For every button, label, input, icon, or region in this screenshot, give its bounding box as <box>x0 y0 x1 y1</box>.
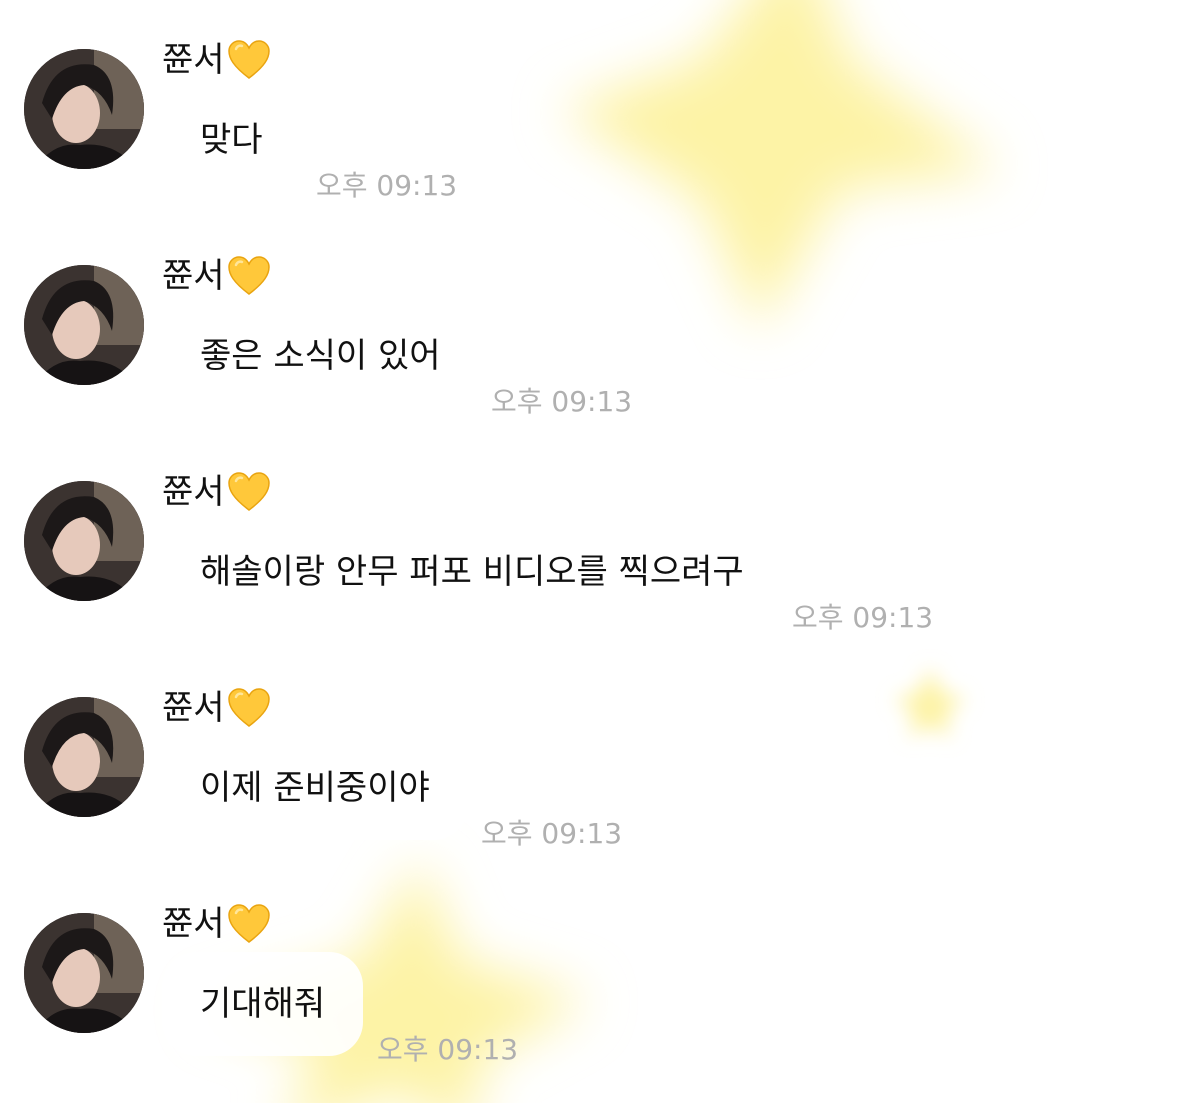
message-bubble[interactable]: 기대해줘 <box>162 952 364 1056</box>
chat-message: 쮼서 좋은 소식이 있어 오후 09:13 <box>0 216 1179 432</box>
sender-name: 쮼서 <box>162 472 225 512</box>
message-bubble[interactable]: 이제 준비중이야 <box>162 736 468 840</box>
avatar-photo <box>24 481 144 601</box>
avatar-photo <box>24 49 144 169</box>
avatar-photo <box>24 265 144 385</box>
message-text: 맞다 <box>200 120 263 160</box>
avatar[interactable] <box>24 481 144 601</box>
message-bubble[interactable]: 해솔이랑 안무 퍼포 비디오를 찍으려구 <box>162 520 782 624</box>
sender-label: 쮼서 <box>162 900 271 948</box>
yellow-heart-icon <box>227 904 270 943</box>
avatar-photo <box>24 697 144 817</box>
message-bubble[interactable]: 좋은 소식이 있어 <box>162 304 479 408</box>
avatar-photo <box>24 913 144 1033</box>
message-text: 해솔이랑 안무 퍼포 비디오를 찍으려구 <box>200 552 744 592</box>
sender-label: 쮼서 <box>162 468 271 516</box>
yellow-heart-icon <box>227 256 270 295</box>
message-time: 오후 09:13 <box>792 601 934 634</box>
message-text: 좋은 소식이 있어 <box>200 336 441 376</box>
message-time: 오후 09:13 <box>377 1033 519 1066</box>
sender-name: 쮼서 <box>162 40 225 80</box>
yellow-heart-icon <box>227 472 270 511</box>
avatar[interactable] <box>24 697 144 817</box>
sender-name: 쮼서 <box>162 688 225 728</box>
avatar[interactable] <box>24 265 144 385</box>
chat-message: 쮼서 맞다 오후 09:13 <box>0 0 1179 216</box>
chat-message: 쮼서 해솔이랑 안무 퍼포 비디오를 찍으려구 오후 09:13 <box>0 432 1179 648</box>
sender-label: 쮼서 <box>162 684 271 732</box>
avatar[interactable] <box>24 913 144 1033</box>
sender-label: 쮼서 <box>162 36 271 84</box>
message-time: 오후 09:13 <box>491 385 633 418</box>
sender-label: 쮼서 <box>162 252 271 300</box>
sender-name: 쮼서 <box>162 256 225 296</box>
yellow-heart-icon <box>227 40 270 79</box>
yellow-heart-icon <box>227 688 270 727</box>
message-time: 오후 09:13 <box>481 817 623 850</box>
message-bubble[interactable]: 맞다 <box>162 88 301 192</box>
avatar[interactable] <box>24 49 144 169</box>
chat-message: 쮼서 이제 준비중이야 오후 09:13 <box>0 648 1179 864</box>
message-text: 이제 준비중이야 <box>200 768 430 808</box>
chat-message: 쮼서 기대해줘 오후 09:13 <box>0 864 1179 1080</box>
message-text: 기대해줘 <box>200 984 326 1024</box>
sender-name: 쮼서 <box>162 904 225 944</box>
chat-message-list[interactable]: 쮼서 맞다 오후 09:13 쮼서 좋은 소식이 있어 오후 09:13 쮼서 … <box>0 0 1179 1103</box>
message-time: 오후 09:13 <box>316 169 458 202</box>
